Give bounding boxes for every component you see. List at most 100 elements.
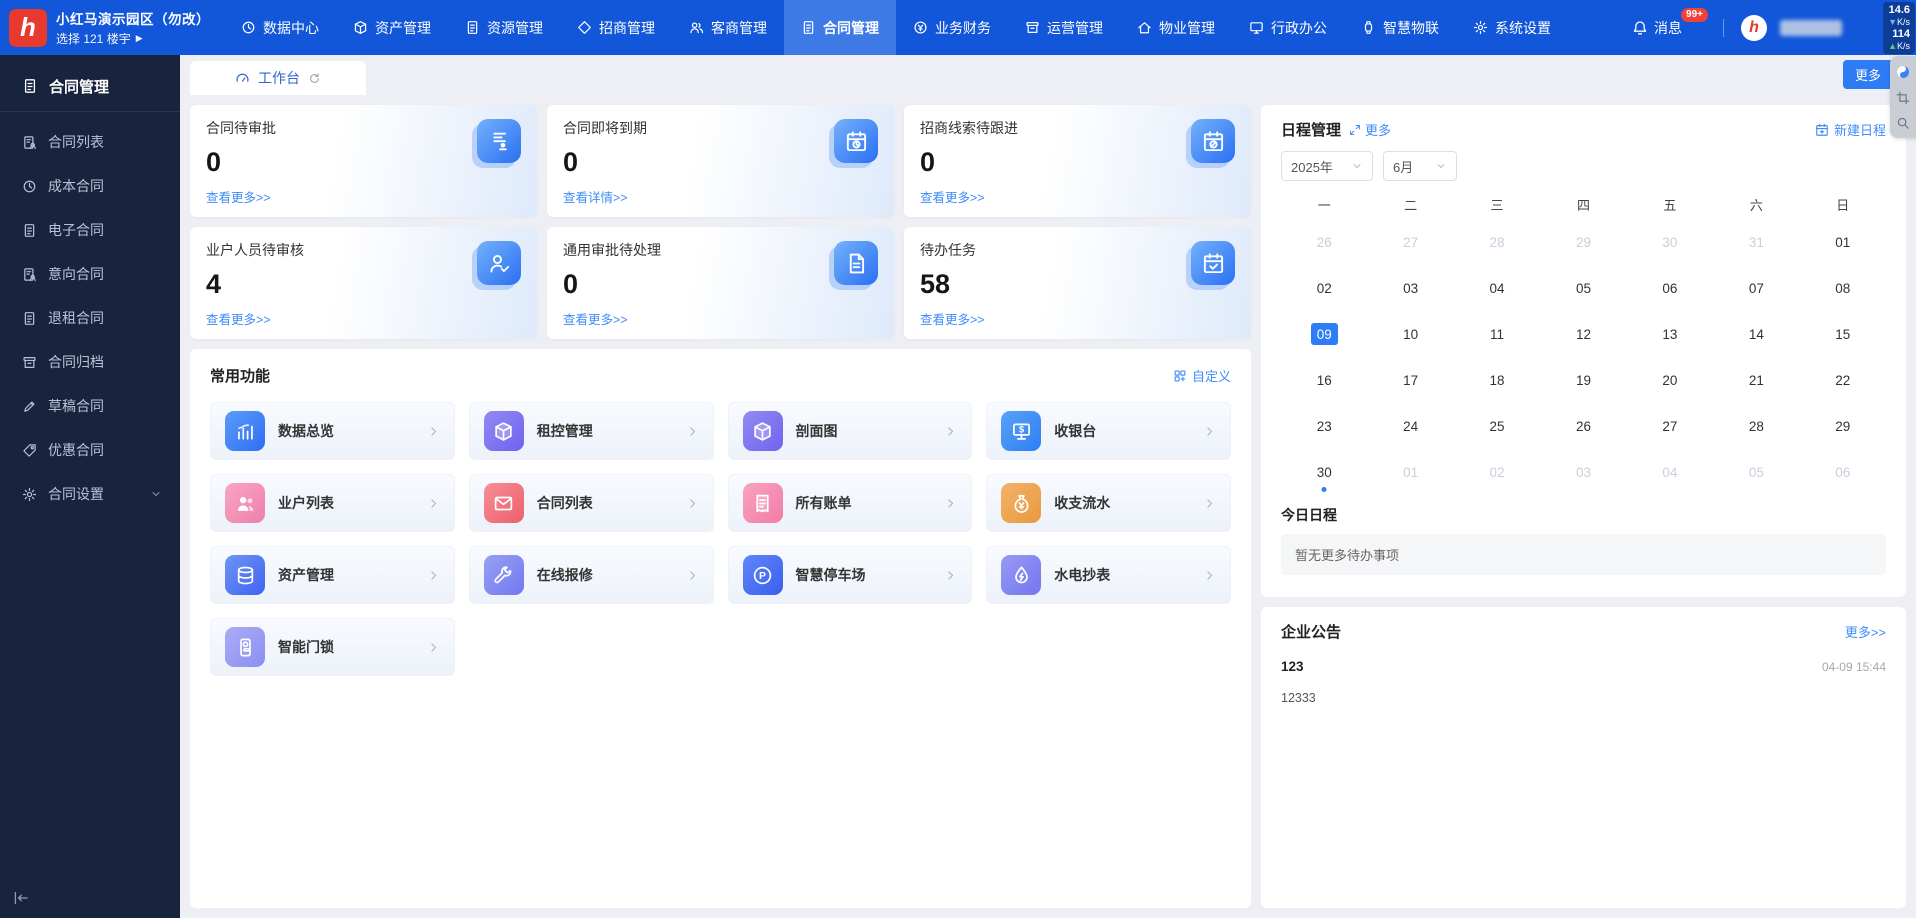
view-more-link[interactable]: 查看更多>>	[563, 309, 628, 328]
nav-item-智慧物联[interactable]: 智慧物联	[1344, 0, 1456, 55]
building-selector[interactable]: 选择 121 楼宇 ▶	[56, 30, 210, 47]
calendar-day-23[interactable]: 23	[1281, 403, 1367, 449]
calendar-day-21[interactable]: 21	[1713, 357, 1799, 403]
calendar-day-27[interactable]: 27	[1367, 219, 1453, 265]
calendar-day-28[interactable]: 28	[1713, 403, 1799, 449]
calendar-day-30[interactable]: 30	[1281, 449, 1367, 495]
calendar-day-02[interactable]: 02	[1281, 265, 1367, 311]
calendar-day-20[interactable]: 20	[1627, 357, 1713, 403]
calendar-day-16[interactable]: 16	[1281, 357, 1367, 403]
nav-item-物业管理[interactable]: 物业管理	[1120, 0, 1232, 55]
calendar-day-06[interactable]: 06	[1800, 449, 1886, 495]
calendar-day-10[interactable]: 10	[1367, 311, 1453, 357]
sidebar-item-退租合同[interactable]: 退租合同	[0, 296, 180, 340]
tile-智慧停车场[interactable]: P智慧停车场	[728, 546, 973, 604]
view-more-link[interactable]: 查看更多>>	[206, 187, 271, 206]
username-redacted[interactable]	[1780, 20, 1842, 36]
calendar-day-06[interactable]: 06	[1627, 265, 1713, 311]
tabs-more-button[interactable]: 更多	[1843, 60, 1893, 89]
calendar-day-11[interactable]: 11	[1454, 311, 1540, 357]
calendar-day-08[interactable]: 08	[1800, 265, 1886, 311]
announcement-item[interactable]: 12333	[1281, 691, 1886, 705]
tile-所有账单[interactable]: 所有账单	[728, 474, 973, 532]
avatar[interactable]: h	[1741, 15, 1767, 41]
calendar-day-02[interactable]: 02	[1454, 449, 1540, 495]
year-select[interactable]: 2025年	[1281, 151, 1373, 181]
calendar-day-22[interactable]: 22	[1800, 357, 1886, 403]
calendar-day-03[interactable]: 03	[1367, 265, 1453, 311]
tile-资产管理[interactable]: 资产管理	[210, 546, 455, 604]
calendar-day-28[interactable]: 28	[1454, 219, 1540, 265]
sidebar-item-草稿合同[interactable]: 草稿合同	[0, 384, 180, 428]
calendar-day-19[interactable]: 19	[1540, 357, 1626, 403]
brand[interactable]: h 小红马演示园区（勿改） 选择 121 楼宇 ▶	[0, 8, 224, 47]
tile-智能门锁[interactable]: 智能门锁	[210, 618, 455, 676]
nav-item-资源管理[interactable]: 资源管理	[448, 0, 560, 55]
calendar-day-26[interactable]: 26	[1540, 403, 1626, 449]
search-icon[interactable]	[1896, 116, 1910, 130]
nav-item-资产管理[interactable]: 资产管理	[336, 0, 448, 55]
announcements-more-link[interactable]: 更多>>	[1845, 622, 1886, 641]
calendar-day-15[interactable]: 15	[1800, 311, 1886, 357]
calendar-day-01[interactable]: 01	[1367, 449, 1453, 495]
calendar-day-05[interactable]: 05	[1713, 449, 1799, 495]
tile-在线报修[interactable]: 在线报修	[469, 546, 714, 604]
messages-button[interactable]: 消息 99+	[1632, 18, 1682, 38]
schedule-more-link[interactable]: 更多	[1349, 120, 1391, 139]
calendar-day-09-selected[interactable]: 09	[1281, 311, 1367, 357]
tile-合同列表[interactable]: 合同列表	[469, 474, 714, 532]
calendar-day-04[interactable]: 04	[1454, 265, 1540, 311]
calendar-day-07[interactable]: 07	[1713, 265, 1799, 311]
calendar-day-25[interactable]: 25	[1454, 403, 1540, 449]
customize-button[interactable]: 自定义	[1173, 366, 1231, 385]
nav-item-系统设置[interactable]: 系统设置	[1456, 0, 1568, 55]
tile-租控管理[interactable]: 租控管理	[469, 402, 714, 460]
screenshot-crop-icon[interactable]	[1896, 91, 1910, 105]
view-more-link[interactable]: 查看更多>>	[920, 309, 985, 328]
nav-item-业务财务[interactable]: 业务财务	[896, 0, 1008, 55]
tile-业户列表[interactable]: 业户列表	[210, 474, 455, 532]
tool-logo-icon[interactable]	[1895, 64, 1911, 80]
calendar-day-13[interactable]: 13	[1627, 311, 1713, 357]
tile-剖面图[interactable]: 剖面图	[728, 402, 973, 460]
sidebar-collapse-icon[interactable]	[13, 890, 29, 906]
month-select[interactable]: 6月	[1383, 151, 1457, 181]
calendar-day-05[interactable]: 05	[1540, 265, 1626, 311]
calendar-day-30[interactable]: 30	[1627, 219, 1713, 265]
sidebar-item-电子合同[interactable]: 电子合同	[0, 208, 180, 252]
calendar-day-31[interactable]: 31	[1713, 219, 1799, 265]
sidebar-item-成本合同[interactable]: 成本合同	[0, 164, 180, 208]
view-more-link[interactable]: 查看详情>>	[563, 187, 628, 206]
tile-数据总览[interactable]: 数据总览	[210, 402, 455, 460]
calendar-day-04[interactable]: 04	[1627, 449, 1713, 495]
calendar-day-18[interactable]: 18	[1454, 357, 1540, 403]
tile-收支流水[interactable]: 收支流水	[986, 474, 1231, 532]
calendar-day-14[interactable]: 14	[1713, 311, 1799, 357]
sidebar-item-合同归档[interactable]: 合同归档	[0, 340, 180, 384]
view-more-link[interactable]: 查看更多>>	[920, 187, 985, 206]
new-schedule-link[interactable]: 新建日程	[1815, 120, 1886, 139]
view-more-link[interactable]: 查看更多>>	[206, 309, 271, 328]
calendar-day-24[interactable]: 24	[1367, 403, 1453, 449]
calendar-day-27[interactable]: 27	[1627, 403, 1713, 449]
tile-水电抄表[interactable]: 水电抄表	[986, 546, 1231, 604]
calendar-day-01[interactable]: 01	[1800, 219, 1886, 265]
calendar-day-29[interactable]: 29	[1540, 219, 1626, 265]
sidebar-item-优惠合同[interactable]: 优惠合同	[0, 428, 180, 472]
calendar-day-29[interactable]: 29	[1800, 403, 1886, 449]
nav-item-合同管理[interactable]: 合同管理	[784, 0, 896, 55]
tab-workbench[interactable]: 工作台	[190, 61, 366, 95]
sidebar-item-合同列表[interactable]: 合同列表	[0, 120, 180, 164]
nav-item-招商管理[interactable]: 招商管理	[560, 0, 672, 55]
nav-item-数据中心[interactable]: 数据中心	[224, 0, 336, 55]
nav-item-运营管理[interactable]: 运营管理	[1008, 0, 1120, 55]
sidebar-item-意向合同[interactable]: 意向合同	[0, 252, 180, 296]
calendar-day-17[interactable]: 17	[1367, 357, 1453, 403]
calendar-day-12[interactable]: 12	[1540, 311, 1626, 357]
sidebar-item-合同设置[interactable]: 合同设置	[0, 472, 180, 516]
calendar-day-03[interactable]: 03	[1540, 449, 1626, 495]
nav-item-客商管理[interactable]: 客商管理	[672, 0, 784, 55]
announcement-item[interactable]: 12304-09 15:44	[1281, 659, 1886, 674]
refresh-icon[interactable]	[308, 72, 321, 85]
calendar-day-26[interactable]: 26	[1281, 219, 1367, 265]
